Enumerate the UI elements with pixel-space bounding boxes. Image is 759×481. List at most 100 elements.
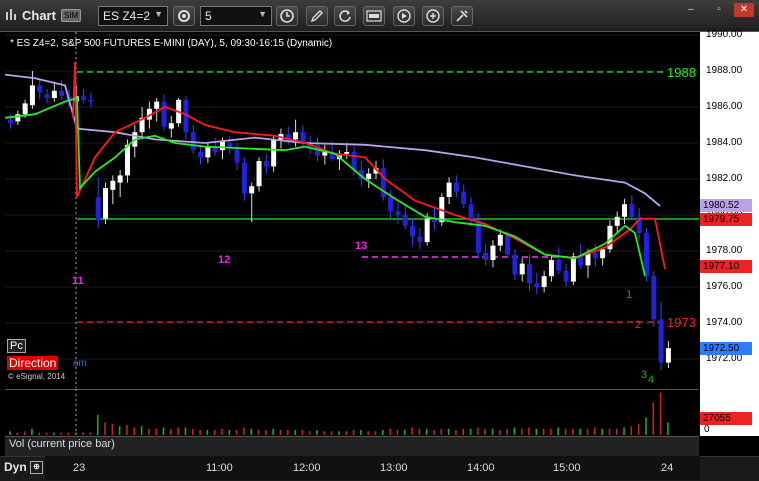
- candle-body: [271, 139, 277, 167]
- dyn-button[interactable]: Dyn ⊕: [4, 460, 44, 475]
- gear-icon: [178, 10, 190, 22]
- chart-legend-title: * ES Z4=2, S&P 500 FUTURES E-MINI (DAY),…: [10, 38, 333, 49]
- candle-body: [665, 348, 671, 363]
- wave-label-4: 4: [648, 374, 654, 386]
- candle-body: [95, 197, 101, 221]
- candle-body: [388, 197, 394, 212]
- time-tick-label: 24: [661, 462, 674, 474]
- y-tick-label: 1974.00: [706, 317, 743, 328]
- y-tick-label: 1990.00: [706, 29, 743, 40]
- chevron-down-icon: ▼: [258, 9, 267, 19]
- y-axis[interactable]: 1990.00 1988.00 1986.00 1984.00 1982.00 1980.…: [700, 29, 759, 436]
- volume-zero-label: 0: [704, 424, 710, 435]
- candle-body: [117, 175, 123, 183]
- set-button[interactable]: [363, 6, 385, 26]
- candle-body: [643, 233, 649, 277]
- interval-select[interactable]: 5 ▼: [200, 6, 272, 26]
- candle-body: [534, 283, 540, 287]
- time-tick-label: 13:00: [380, 462, 408, 474]
- annotation-12: 12: [218, 254, 230, 266]
- candle-body: [505, 234, 511, 255]
- tools-icon: [456, 10, 468, 22]
- candle-body: [592, 252, 598, 259]
- settings-button[interactable]: [173, 6, 195, 26]
- candle-body: [578, 256, 584, 266]
- level-label-1988: 1988: [667, 65, 696, 80]
- maximize-button[interactable]: ▫: [709, 3, 729, 17]
- candle-body: [556, 260, 562, 271]
- wave-label-2: 2: [635, 319, 641, 331]
- candle-body: [629, 204, 635, 217]
- close-icon: ✕: [739, 4, 749, 15]
- link-icon: [426, 9, 440, 23]
- candle-body: [622, 204, 628, 217]
- price-chart[interactable]: 1988 1973 11 12 13 1 2 3 4: [5, 32, 699, 388]
- annotation-11: 11: [72, 275, 84, 287]
- candle-body: [241, 162, 247, 194]
- candle-body: [88, 99, 94, 102]
- candle-body: [483, 252, 489, 260]
- refresh-button[interactable]: [334, 6, 356, 26]
- clock-icon: [280, 9, 294, 23]
- time-axis[interactable]: [45, 456, 700, 480]
- time-tick-label: 14:00: [467, 462, 495, 474]
- candle-body: [600, 249, 606, 259]
- candle-body: [154, 101, 160, 109]
- zoom-icon: ⊕: [30, 461, 44, 475]
- link-button[interactable]: [422, 6, 444, 26]
- candle-body: [468, 204, 474, 221]
- draw-tool-button[interactable]: [306, 6, 328, 26]
- y-tick-label: 1982.00: [706, 173, 743, 184]
- candle-body: [168, 123, 174, 129]
- candle-body: [29, 85, 35, 106]
- level-label-1973: 1973: [667, 315, 696, 330]
- candle-body: [81, 96, 87, 100]
- candle-body: [110, 180, 116, 190]
- play-icon: [397, 9, 411, 23]
- candle-body: [395, 211, 401, 215]
- candle-body: [461, 191, 467, 205]
- candle-body: [402, 215, 408, 226]
- clock-button[interactable]: [276, 6, 298, 26]
- close-button[interactable]: ✕: [734, 3, 754, 17]
- y-tick-label: 1984.00: [706, 137, 743, 148]
- candle-body: [651, 276, 657, 320]
- tools-button[interactable]: [451, 6, 473, 26]
- candle-body: [161, 101, 167, 127]
- volume-chart[interactable]: [5, 389, 699, 435]
- pc-button[interactable]: Pc: [7, 339, 26, 353]
- candle-body: [293, 132, 299, 140]
- toolbar: Chart SIM ES Z4=2 ▼ 5 ▼ – ▫ ✕: [0, 0, 759, 32]
- time-tick-label: 15:00: [553, 462, 581, 474]
- pencil-icon: [310, 10, 323, 23]
- time-tick-label: 23: [73, 462, 86, 474]
- candle-body: [563, 270, 569, 282]
- minimize-button[interactable]: –: [681, 3, 701, 17]
- chart-app-icon: [6, 9, 16, 20]
- candle-body: [249, 186, 255, 194]
- refresh-icon: [339, 10, 351, 22]
- set-icon: [366, 10, 382, 22]
- price-tag-red-upper: 1979.75: [700, 213, 752, 226]
- time-tick-label: 11:00: [206, 462, 233, 474]
- y-tick-label: 1988.00: [706, 65, 743, 76]
- candle-body: [263, 161, 269, 167]
- candle-body: [256, 161, 262, 187]
- symbol-select[interactable]: ES Z4=2 ▼: [98, 6, 168, 26]
- candle-body: [59, 90, 65, 97]
- sim-badge: SIM: [61, 9, 82, 22]
- candle-body: [410, 225, 416, 237]
- y-tick-label: 1978.00: [706, 245, 743, 256]
- candle-body: [219, 141, 225, 151]
- candle-body: [497, 234, 503, 246]
- copyright-label: © eSignal, 2014: [8, 372, 66, 381]
- candle-body: [527, 263, 533, 284]
- time-tick-label: 12:00: [293, 462, 321, 474]
- y-tick-label: 1986.00: [706, 101, 743, 112]
- direction-suffix: om: [73, 358, 87, 369]
- candle-body: [519, 263, 525, 275]
- annotation-13: 13: [355, 240, 367, 252]
- play-button[interactable]: [393, 6, 415, 26]
- price-tag-purple: 1980.52: [700, 199, 752, 212]
- app-title: Chart: [22, 8, 56, 23]
